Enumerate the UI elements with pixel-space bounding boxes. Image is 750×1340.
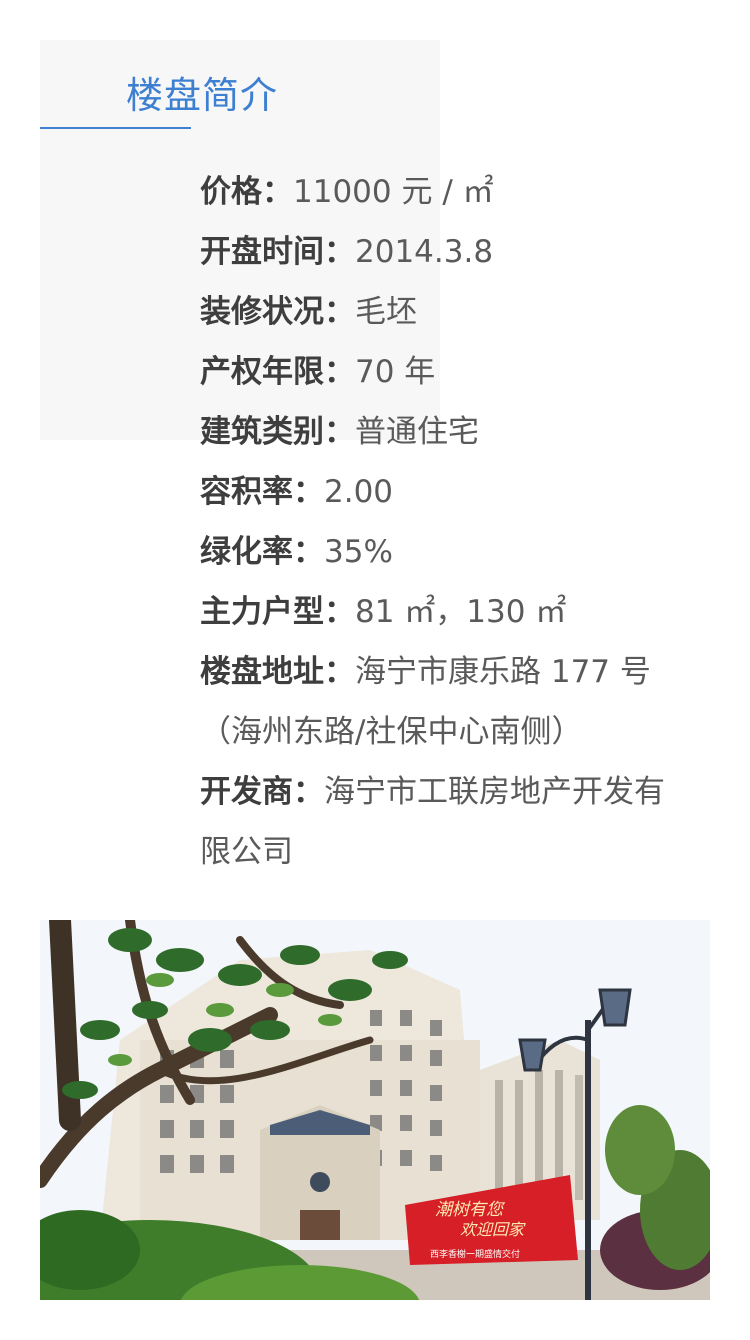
info-row-decoration: 装修状况：毛坯 xyxy=(200,282,720,342)
info-row-building-type: 建筑类别：普通住宅 xyxy=(200,402,720,462)
info-row-property-term: 产权年限：70 年 xyxy=(200,342,720,402)
title-underline xyxy=(40,127,191,129)
info-label: 容积率： xyxy=(200,474,324,510)
info-row-developer: 开发商：海宁市工联房地产开发有限公司 xyxy=(200,762,670,882)
info-value: 70 年 xyxy=(355,354,436,390)
info-row-main-units: 主力户型：81 ㎡，130 ㎡ xyxy=(200,582,720,642)
info-value: 2.00 xyxy=(324,474,394,510)
info-row-plot-ratio: 容积率：2.00 xyxy=(200,462,720,522)
banner-line2: 欢迎回家 xyxy=(460,1221,526,1239)
info-label: 主力户型： xyxy=(200,594,355,630)
info-row-price: 价格：11000 元 / ㎡ xyxy=(200,162,720,222)
info-value: 2014.3.8 xyxy=(355,234,494,270)
info-row-address: 楼盘地址：海宁市康乐路 177 号（海州东路/社保中心南侧） xyxy=(200,642,670,762)
info-value: 35% xyxy=(324,534,393,570)
info-value: 11000 元 / ㎡ xyxy=(293,174,494,210)
info-value: 普通住宅 xyxy=(355,414,479,450)
property-info-list: 价格：11000 元 / ㎡ 开盘时间：2014.3.8 装修状况：毛坯 产权年… xyxy=(200,162,720,882)
info-label: 绿化率： xyxy=(200,534,324,570)
info-row-green-ratio: 绿化率：35% xyxy=(200,522,720,582)
banner-line1: 潮树有您 xyxy=(435,1200,506,1219)
info-label: 价格： xyxy=(200,174,293,210)
info-label: 开盘时间： xyxy=(200,234,355,270)
info-value: 毛坯 xyxy=(355,294,417,330)
info-label: 装修状况： xyxy=(200,294,355,330)
info-value: 81 ㎡，130 ㎡ xyxy=(355,594,567,630)
info-label: 楼盘地址： xyxy=(200,654,355,690)
banner-line3: 西李香榭一期盛情交付 xyxy=(430,1248,520,1259)
section-title: 楼盘简介 xyxy=(126,74,278,117)
info-row-opening-date: 开盘时间：2014.3.8 xyxy=(200,222,720,282)
info-label: 建筑类别： xyxy=(200,414,355,450)
info-label: 开发商： xyxy=(200,774,324,810)
info-label: 产权年限： xyxy=(200,354,355,390)
property-photo: 潮树有您 欢迎回家 西李香榭一期盛情交付 xyxy=(40,920,710,1300)
